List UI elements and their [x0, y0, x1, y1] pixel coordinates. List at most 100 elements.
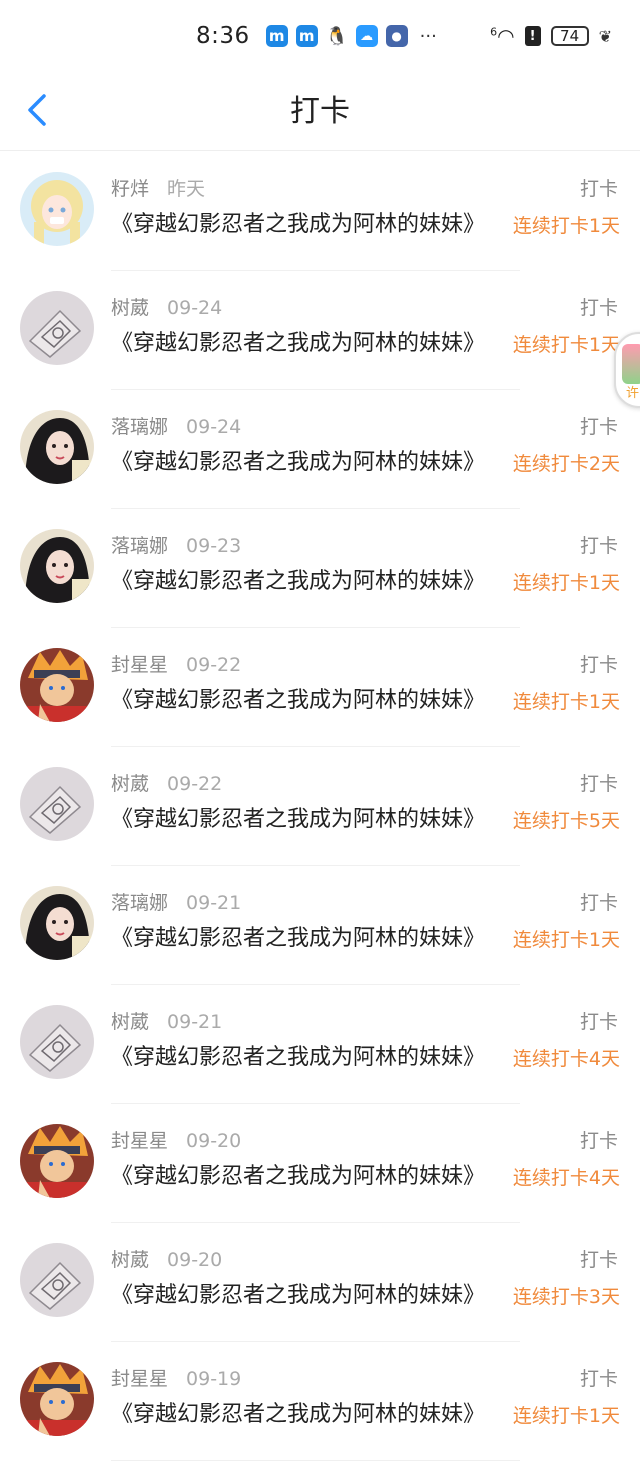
leaf-icon: ❦ [598, 26, 612, 46]
streak-label: 连续打卡4天 [512, 1048, 620, 1070]
checkin-item[interactable]: 树葳 09-20 打卡《穿越幻影忍者之我成为阿林的妹妹》 连续打卡3天 [0, 1223, 640, 1342]
checkin-content: 《穿越幻影忍者之我成为阿林的妹妹》 [111, 212, 486, 237]
streak-label: 连续打卡1天 [512, 691, 620, 713]
checkin-tag: 打卡 [579, 773, 618, 795]
avatar[interactable] [20, 1005, 94, 1079]
avatar[interactable] [20, 172, 94, 246]
name-line: 封星星 09-20 [111, 1129, 241, 1153]
checkin-content: 《穿越幻影忍者之我成为阿林的妹妹》 [111, 569, 486, 594]
m-app-icon: m [265, 25, 288, 47]
avatar[interactable] [20, 767, 94, 841]
name-line: 树葳 09-24 [111, 296, 222, 320]
name-line: 落璃娜 09-24 [111, 415, 241, 439]
checkin-date: 09-24 [167, 297, 223, 319]
avatar[interactable] [20, 648, 94, 722]
checkin-content: 《穿越幻影忍者之我成为阿林的妹妹》 [111, 1283, 486, 1308]
name-line: 封星星 09-19 [111, 1367, 241, 1391]
checkin-list: 籽烊 昨天 打卡 《穿越幻影忍者之我成为阿林的妹妹》 连续打卡1天 树葳 09-24 打卡 《穿… [0, 152, 640, 1461]
streak-label: 连续打卡1天 [512, 215, 620, 237]
name-line: 树葳 09-21 [111, 1010, 222, 1034]
floating-button-label: 许 [626, 386, 640, 401]
checkin-item[interactable]: 籽烊 昨天 打卡《穿越幻影忍者之我成为阿林的妹妹》 连续打卡1天 [0, 152, 640, 271]
qq-icon: 🐧 [325, 25, 348, 47]
alert-icon: ! [524, 26, 541, 46]
checkin-date: 09-20 [186, 1130, 242, 1152]
avatar[interactable] [20, 1243, 94, 1317]
checkin-content: 《穿越幻影忍者之我成为阿林的妹妹》 [111, 450, 486, 475]
user-name[interactable]: 封星星 [111, 1129, 168, 1153]
checkin-tag: 打卡 [579, 416, 618, 438]
checkin-date: 09-22 [167, 773, 223, 795]
streak-label: 连续打卡3天 [512, 1286, 620, 1308]
checkin-item[interactable]: 树葳 09-22 打卡《穿越幻影忍者之我成为阿林的妹妹》 连续打卡5天 [0, 747, 640, 866]
more-notifications-icon: ··· [419, 25, 437, 47]
streak-label: 连续打卡1天 [512, 572, 620, 594]
page-title: 打卡 [290, 94, 350, 129]
user-name[interactable]: 树葳 [111, 1248, 149, 1272]
floating-button-image [622, 344, 640, 384]
nav-bar: 打卡 [0, 70, 640, 151]
status-left: 8:36 m m 🐧 ☁ ● ··· [196, 22, 437, 50]
checkin-item[interactable]: 树葳 09-24 打卡 《穿越幻影忍者之我成为阿林的妹妹》 连续打卡1天 [0, 271, 640, 390]
avatar[interactable] [20, 1124, 94, 1198]
checkin-item[interactable]: 树葳 09-21 打卡 《穿越幻影忍者之我成为阿林的妹妹》 连续打卡4天 [0, 985, 640, 1104]
avatar[interactable] [20, 886, 94, 960]
checkin-content: 《穿越幻影忍者之我成为阿林的妹妹》 [111, 807, 486, 832]
status-right: 6◠ ! 74 ❦ [490, 22, 612, 50]
checkin-tag: 打卡 [579, 535, 618, 557]
battery-icon: 74 [550, 26, 589, 46]
checkin-tag: 打卡 [579, 1249, 618, 1271]
checkin-date: 09-21 [186, 892, 242, 914]
checkin-item[interactable]: 落璃娜 09-24 打卡《穿越幻影忍者之我成为阿林的妹妹》 连续打卡2天 [0, 390, 640, 509]
checkin-content: 《穿越幻影忍者之我成为阿林的妹妹》 [111, 331, 486, 356]
checkin-item[interactable]: 封星星 09-22 打卡 《穿越幻影忍者之我成为阿林的妹妹》 连续打卡1天 [0, 628, 640, 747]
name-line: 封星星 09-22 [111, 653, 241, 677]
status-time: 8:36 [196, 23, 250, 49]
user-name[interactable]: 封星星 [111, 653, 168, 677]
name-line: 落璃娜 09-21 [111, 891, 241, 915]
user-name[interactable]: 封星星 [111, 1367, 168, 1391]
wifi-icon: 6◠ [490, 24, 515, 48]
user-name[interactable]: 树葳 [111, 296, 149, 320]
checkin-content: 《穿越幻影忍者之我成为阿林的妹妹》 [111, 926, 486, 951]
checkin-tag: 打卡 [579, 892, 618, 914]
checkin-item[interactable]: 封星星 09-19 打卡 《穿越幻影忍者之我成为阿林的妹妹》 连续打卡1天 [0, 1342, 640, 1461]
checkin-date: 09-24 [186, 416, 242, 438]
avatar[interactable] [20, 291, 94, 365]
name-line: 树葳 09-22 [111, 772, 222, 796]
avatar[interactable] [20, 529, 94, 603]
name-line: 籽烊 昨天 [111, 177, 205, 201]
checkin-date: 09-19 [186, 1368, 242, 1390]
status-bar: 8:36 m m 🐧 ☁ ● ··· 6◠ ! 74 ❦ [0, 0, 640, 70]
checkin-date: 09-21 [167, 1011, 223, 1033]
floating-action-button[interactable]: 许 [614, 332, 640, 408]
cloud-icon: ☁ [355, 25, 378, 47]
avatar[interactable] [20, 1362, 94, 1436]
checkin-date: 09-22 [186, 654, 242, 676]
checkin-date: 09-23 [186, 535, 242, 557]
checkin-date: 昨天 [167, 178, 206, 200]
checkin-item[interactable]: 落璃娜 09-23 打卡《穿越幻影忍者之我成为阿林的妹妹》 连续打卡1天 [0, 509, 640, 628]
user-name[interactable]: 落璃娜 [111, 415, 168, 439]
checkin-tag: 打卡 [579, 297, 618, 319]
checkin-tag: 打卡 [579, 178, 618, 200]
streak-label: 连续打卡1天 [512, 929, 620, 951]
streak-label: 连续打卡1天 [512, 1405, 620, 1427]
checkin-content: 《穿越幻影忍者之我成为阿林的妹妹》 [111, 1164, 486, 1189]
streak-label: 连续打卡2天 [512, 453, 620, 475]
streak-label: 连续打卡5天 [512, 810, 620, 832]
checkin-item[interactable]: 落璃娜 09-21 打卡《穿越幻影忍者之我成为阿林的妹妹》 连续打卡1天 [0, 866, 640, 985]
checkin-content: 《穿越幻影忍者之我成为阿林的妹妹》 [111, 688, 486, 713]
name-line: 树葳 09-20 [111, 1248, 222, 1272]
user-name[interactable]: 籽烊 [111, 177, 149, 201]
checkin-item[interactable]: 封星星 09-20 打卡 《穿越幻影忍者之我成为阿林的妹妹》 连续打卡4天 [0, 1104, 640, 1223]
checkin-date: 09-20 [167, 1249, 223, 1271]
streak-label: 连续打卡4天 [512, 1167, 620, 1189]
user-name[interactable]: 树葳 [111, 1010, 149, 1034]
user-name[interactable]: 落璃娜 [111, 891, 168, 915]
checkin-tag: 打卡 [579, 1011, 618, 1033]
signal-label: 6 [490, 25, 498, 39]
avatar[interactable] [20, 410, 94, 484]
user-name[interactable]: 落璃娜 [111, 534, 168, 558]
user-name[interactable]: 树葳 [111, 772, 149, 796]
